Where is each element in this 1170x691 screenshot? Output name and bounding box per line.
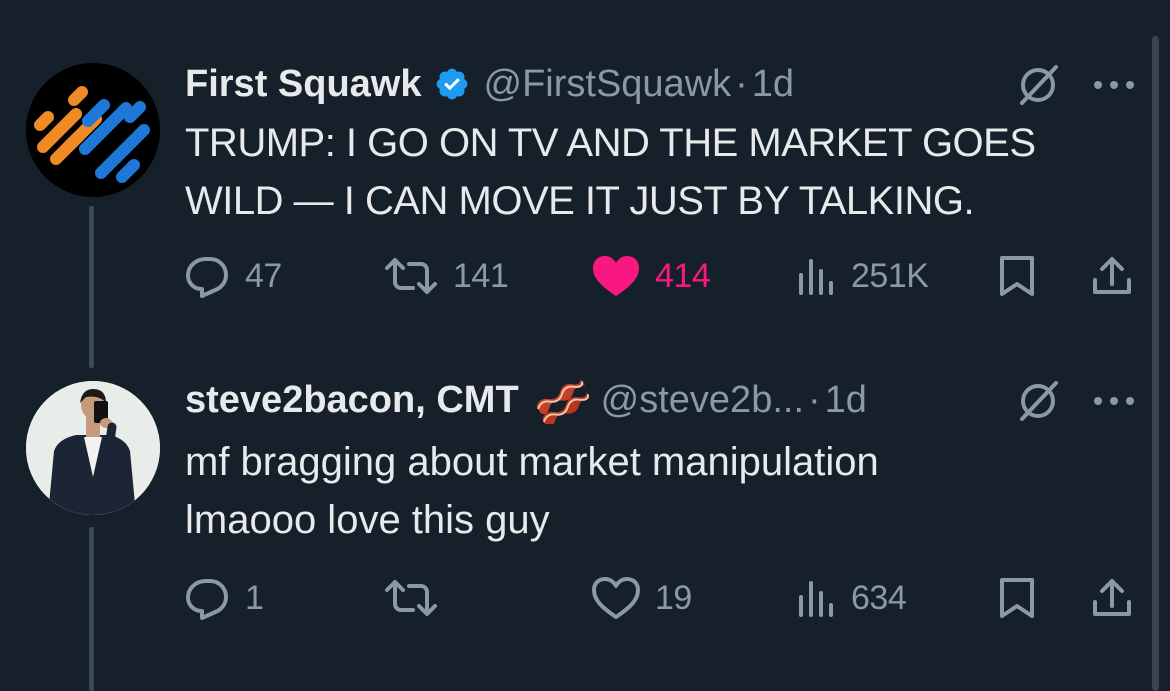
- timestamp[interactable]: 1d: [825, 379, 867, 422]
- reply-icon: [186, 579, 228, 620]
- reply-icon: [186, 257, 228, 298]
- views-button[interactable]: 634: [797, 573, 907, 623]
- views-icon: [799, 581, 833, 617]
- timestamp[interactable]: 1d: [752, 63, 794, 106]
- share-icon: [1093, 257, 1131, 294]
- reply-button[interactable]: 1: [185, 573, 264, 623]
- bacon-emoji-icon: [535, 376, 589, 424]
- tweet-top-right: [1016, 380, 1136, 422]
- profile-photo: [26, 381, 160, 515]
- repost-icon: [385, 258, 437, 294]
- tweet-header: steve2bacon, CMT @steve2b... · 1d: [185, 376, 867, 424]
- tweet-text: TRUMP: I GO ON TV AND THE MARKET GOES WI…: [185, 121, 1036, 223]
- like-icon: [593, 256, 639, 296]
- repost-button[interactable]: 141: [383, 251, 509, 301]
- display-name[interactable]: First Squawk: [185, 63, 422, 106]
- share-button[interactable]: [1090, 251, 1134, 301]
- bookmark-button[interactable]: [997, 573, 1037, 623]
- views-icon: [799, 259, 833, 295]
- repost-count: 141: [453, 256, 509, 295]
- tweet-header: First Squawk @FirstSquawk · 1d: [185, 62, 794, 106]
- separator-dot: ·: [808, 378, 821, 421]
- handle[interactable]: @steve2b...: [601, 379, 804, 422]
- repost-icon: [385, 580, 437, 616]
- scrollbar[interactable]: [1152, 36, 1159, 691]
- avatar-first-squawk[interactable]: [26, 63, 160, 197]
- verified-badge-icon[interactable]: [434, 66, 470, 102]
- like-count: 414: [655, 256, 711, 295]
- reply-count: 1: [245, 578, 264, 617]
- handle[interactable]: @FirstSquawk: [484, 63, 732, 106]
- more-icon[interactable]: [1092, 394, 1136, 408]
- like-count: 19: [655, 578, 692, 617]
- more-icon[interactable]: [1092, 78, 1136, 92]
- views-button[interactable]: 251K: [797, 251, 929, 301]
- display-name[interactable]: steve2bacon, CMT: [185, 379, 519, 422]
- like-button[interactable]: 19: [591, 573, 692, 623]
- tweet-top-right: [1016, 64, 1136, 106]
- grok-icon[interactable]: [1016, 64, 1062, 106]
- avatar-steve2bacon[interactable]: [26, 381, 160, 515]
- like-icon: [592, 577, 640, 619]
- tweet-first-squawk[interactable]: First Squawk @FirstSquawk · 1d TRUMP: I …: [0, 0, 1150, 370]
- tweet-text: mf bragging about market manipulation lm…: [185, 440, 879, 542]
- like-button[interactable]: 414: [591, 251, 711, 301]
- views-count: 634: [851, 578, 907, 617]
- first-squawk-logo: [26, 63, 160, 197]
- share-button[interactable]: [1090, 573, 1134, 623]
- bookmark-icon: [1000, 578, 1034, 618]
- reply-button[interactable]: 47: [185, 251, 282, 301]
- grok-icon[interactable]: [1016, 380, 1062, 422]
- thread-line: [89, 527, 94, 691]
- bookmark-button[interactable]: [997, 251, 1037, 301]
- repost-button[interactable]: [383, 573, 453, 623]
- share-icon: [1093, 579, 1131, 616]
- views-count: 251K: [851, 256, 929, 295]
- thread-line: [89, 206, 94, 368]
- separator-dot: ·: [735, 62, 748, 105]
- action-bar: 1 19 634: [185, 573, 1140, 623]
- reply-count: 47: [245, 256, 282, 295]
- tweet-steve2bacon[interactable]: steve2bacon, CMT @steve2b... · 1d mf bra…: [0, 370, 1150, 691]
- bookmark-icon: [1000, 256, 1034, 296]
- action-bar: 47 141 414 251K: [185, 251, 1140, 301]
